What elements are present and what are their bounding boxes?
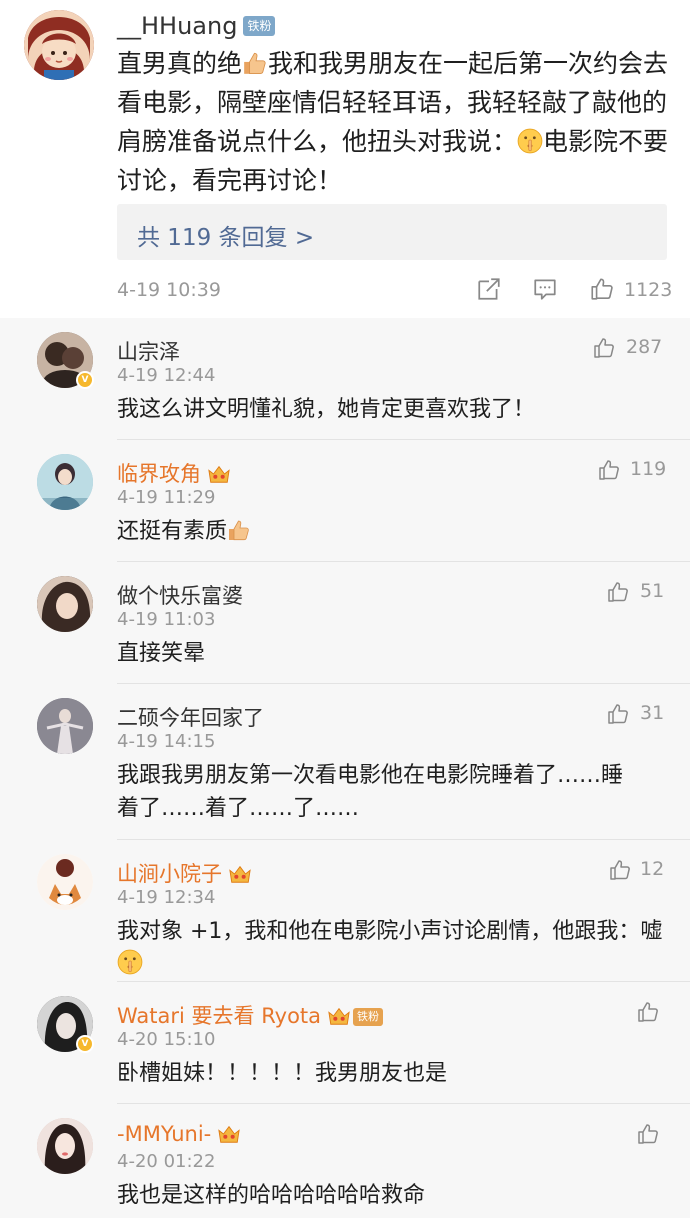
comment-text: 我也是这样的哈哈哈哈哈哈救命 xyxy=(117,1183,426,1208)
verified-badge-icon: V xyxy=(76,1035,94,1053)
vip-crown-icon xyxy=(217,1123,241,1145)
comment-item: 临界攻角 4-19 11:29 还挺有素质 119 xyxy=(0,440,690,562)
comment-icon[interactable] xyxy=(532,276,558,302)
comment-item: 二硕今年回家了 4-19 14:15 我跟我男朋友第一次看电影他在电影院睡着了…… xyxy=(0,684,690,840)
vip-crown-icon xyxy=(228,863,252,885)
comment-item: V Watari 要去看 Ryota 铁粉 4-20 15:10 卧槽姐妹！！！！… xyxy=(0,982,690,1104)
photo-avatar-icon xyxy=(37,576,93,632)
like-count: 31 xyxy=(640,702,665,724)
timestamp: 4-20 01:22 xyxy=(117,1151,216,1172)
post-text: 直男真的绝 我和我男朋友在一起后第一次约会去看电影，隔壁座情侣轻轻耳语，我轻轻敲了… xyxy=(117,49,669,195)
avatar[interactable] xyxy=(37,854,93,910)
fan-badge: 铁粉 xyxy=(353,1008,384,1026)
username[interactable]: 二硕今年回家了 xyxy=(117,702,264,732)
share-icon[interactable] xyxy=(476,276,502,302)
comment-text: 卧槽姐妹！！！！！我男朋友也是 xyxy=(117,1061,448,1086)
vip-crown-icon xyxy=(327,1005,351,1027)
like-count: 119 xyxy=(630,458,667,480)
timestamp: 4-19 11:03 xyxy=(117,609,216,630)
timestamp: 4-19 11:29 xyxy=(117,487,216,508)
fan-badge: 铁粉 xyxy=(243,16,276,36)
replies-link[interactable]: 共 119 条回复 > xyxy=(137,218,314,252)
avatar[interactable] xyxy=(37,576,93,632)
like-icon[interactable] xyxy=(597,458,621,482)
thumbs-up-icon xyxy=(227,518,251,542)
photo-avatar-icon xyxy=(37,698,93,754)
cartoon-girl-avatar-icon xyxy=(24,10,94,80)
comment-text: 还挺有素质 xyxy=(117,515,667,548)
like-icon[interactable] xyxy=(606,702,630,726)
like-icon[interactable] xyxy=(636,1122,660,1146)
timestamp: 4-19 10:39 xyxy=(117,279,221,301)
shush-icon xyxy=(517,128,543,154)
like-count: 1123 xyxy=(624,279,673,301)
username[interactable]: -MMYuni- xyxy=(117,1122,241,1146)
timestamp: 4-19 12:34 xyxy=(117,887,216,908)
illustration-avatar-icon xyxy=(37,454,93,510)
like-icon[interactable] xyxy=(589,276,615,302)
like-count: 51 xyxy=(640,580,665,602)
username[interactable]: 山宗泽 xyxy=(117,336,180,366)
username[interactable]: 做个快乐富婆 xyxy=(117,580,243,610)
like-count: 12 xyxy=(640,858,665,880)
main-post: __HHuang 铁粉 直男真的绝 我和我男朋友在一起后第一次约会去看电影，隔壁座情… xyxy=(0,0,690,318)
like-icon[interactable] xyxy=(592,336,616,360)
thumbs-up-icon xyxy=(242,50,268,76)
username[interactable]: 山涧小院子 xyxy=(117,858,252,888)
comment-text: 直接笑晕 xyxy=(117,641,206,666)
username[interactable]: __HHuang 铁粉 xyxy=(117,12,276,40)
username[interactable]: 临界攻角 xyxy=(117,458,231,488)
comment-item: 做个快乐富婆 4-19 11:03 直接笑晕 51 xyxy=(0,562,690,684)
shush-icon xyxy=(117,949,143,975)
photo-avatar-icon xyxy=(37,1118,93,1174)
comment-item: -MMYuni- 4-20 01:22 我也是这样的哈哈哈哈哈哈救命 xyxy=(0,1104,690,1218)
timestamp: 4-19 14:15 xyxy=(117,731,216,752)
comment-text: 我这么讲文明懂礼貌，她肯定更喜欢我了！ xyxy=(117,397,536,422)
comment-item: V 山宗泽 4-19 12:44 我这么讲文明懂礼貌，她肯定更喜欢我了！ 287 xyxy=(0,318,690,440)
timestamp: 4-20 15:10 xyxy=(117,1029,216,1050)
like-icon[interactable] xyxy=(608,858,632,882)
cartoon-dog-avatar-icon xyxy=(37,854,93,910)
comment-item: 山涧小院子 4-19 12:34 我对象 +1，我和他在电影院小声讨论剧情，他跟… xyxy=(0,840,690,982)
avatar[interactable] xyxy=(37,1118,93,1174)
comment-text: 我对象 +1，我和他在电影院小声讨论剧情，他跟我：嘘 xyxy=(117,915,667,981)
avatar[interactable] xyxy=(37,698,93,754)
vip-crown-icon xyxy=(207,463,231,485)
avatar[interactable] xyxy=(37,454,93,510)
verified-badge-icon: V xyxy=(76,371,94,389)
like-count: 287 xyxy=(626,336,663,358)
reply-box[interactable]: 共 119 条回复 > xyxy=(117,204,667,260)
like-icon[interactable] xyxy=(636,1000,660,1024)
username[interactable]: Watari 要去看 Ryota 铁粉 xyxy=(117,1000,384,1030)
avatar[interactable] xyxy=(24,10,94,80)
like-icon[interactable] xyxy=(606,580,630,604)
comment-text: 我跟我男朋友第一次看电影他在电影院睡着了……睡着了……着了……了…… xyxy=(117,763,624,821)
timestamp: 4-19 12:44 xyxy=(117,365,216,386)
